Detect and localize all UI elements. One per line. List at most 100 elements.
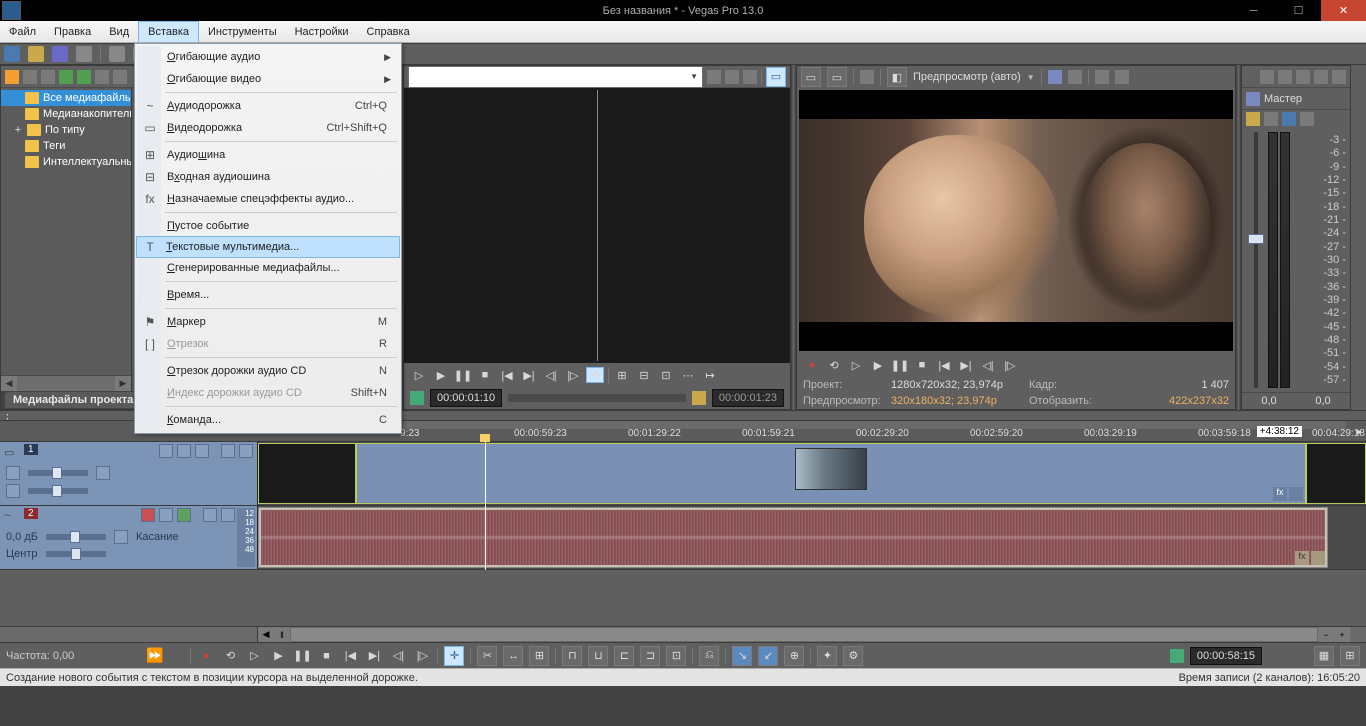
level-slider[interactable] bbox=[28, 470, 88, 476]
pause-icon[interactable]: ❚❚ bbox=[293, 648, 311, 664]
stop-icon[interactable]: ■ bbox=[317, 648, 335, 664]
pan-slider[interactable] bbox=[46, 551, 106, 557]
flash-icon[interactable] bbox=[5, 70, 19, 84]
maximize-button[interactable]: ☐ bbox=[1276, 0, 1321, 21]
stop-icon[interactable]: ■ bbox=[476, 367, 494, 383]
event-fx-icon[interactable]: fx bbox=[1273, 487, 1287, 501]
audio-track-header[interactable]: ~ 2 0,0 дБ Касание bbox=[0, 506, 258, 569]
fx-icon[interactable] bbox=[860, 70, 874, 84]
delete-icon[interactable] bbox=[743, 70, 757, 84]
prev-icon[interactable]: |◀ bbox=[498, 367, 516, 383]
pause-icon[interactable]: ❚❚ bbox=[454, 367, 472, 383]
menu-вставка[interactable]: Вставка bbox=[138, 21, 199, 42]
menu-файл[interactable]: Файл bbox=[0, 21, 45, 42]
menu-справка[interactable]: Справка bbox=[358, 21, 419, 42]
step-back-icon[interactable]: ◁| bbox=[979, 357, 997, 373]
tool-icon[interactable] bbox=[1296, 70, 1310, 84]
step-fwd-icon[interactable]: |▷ bbox=[413, 648, 431, 664]
split-icon[interactable]: ◧ bbox=[887, 67, 907, 87]
video-clip[interactable] bbox=[1306, 443, 1366, 504]
touch-mode[interactable]: Касание bbox=[136, 531, 178, 543]
solo-icon[interactable] bbox=[1300, 112, 1314, 126]
tool-icon[interactable]: ⋯ bbox=[679, 367, 697, 383]
gear-icon[interactable] bbox=[96, 466, 110, 480]
menu-инструменты[interactable]: Инструменты bbox=[199, 21, 286, 42]
tool-icon[interactable]: ⚙ bbox=[843, 646, 863, 666]
timecode-display[interactable]: 00:00:58:15 bbox=[1190, 647, 1262, 665]
menu-item[interactable]: ~АудиодорожкаCtrl+Q bbox=[137, 95, 399, 117]
audio-track-content[interactable]: fx bbox=[258, 506, 1366, 569]
tool-icon[interactable] bbox=[1260, 70, 1274, 84]
path-combo[interactable]: ▼ bbox=[408, 66, 703, 88]
scroll-right-icon[interactable]: ▶ bbox=[115, 376, 131, 392]
video-track-content[interactable]: fx bbox=[258, 442, 1366, 505]
tool-icon[interactable]: ⊔ bbox=[588, 646, 608, 666]
level-icon[interactable] bbox=[6, 466, 20, 480]
menu-item[interactable]: Пустое событие bbox=[137, 215, 399, 237]
comp-slider[interactable] bbox=[28, 488, 88, 494]
minimize-button[interactable]: ─ bbox=[1231, 0, 1276, 21]
add-icon[interactable]: ⊞ bbox=[613, 367, 631, 383]
tree-row[interactable]: Медианакопители bbox=[1, 106, 131, 122]
tool-icon[interactable] bbox=[1314, 70, 1328, 84]
close-button[interactable]: ✕ bbox=[1321, 0, 1366, 21]
new-icon[interactable] bbox=[4, 46, 20, 62]
monitor-icon[interactable]: ▭ bbox=[766, 67, 786, 87]
tool-icon[interactable] bbox=[1278, 70, 1292, 84]
tool-icon[interactable]: ↔ bbox=[503, 646, 523, 666]
next-icon[interactable]: ▶| bbox=[520, 367, 538, 383]
event-fx-icon[interactable]: fx bbox=[1295, 551, 1309, 565]
step-back-icon[interactable]: ◁| bbox=[389, 648, 407, 664]
menu-item[interactable]: ⊞Аудиошина bbox=[137, 144, 399, 166]
step-back-icon[interactable]: ◁| bbox=[542, 367, 560, 383]
range-bar[interactable] bbox=[508, 394, 686, 402]
timeline-empty[interactable] bbox=[0, 570, 1366, 626]
fader-knob[interactable] bbox=[1248, 234, 1264, 244]
bypass-fx-icon[interactable] bbox=[159, 444, 173, 458]
comp-icon[interactable] bbox=[6, 484, 20, 498]
tool-icon[interactable]: ⊡ bbox=[666, 646, 686, 666]
tool-icon[interactable]: ⊕ bbox=[784, 646, 804, 666]
play-start-icon[interactable]: ▷ bbox=[847, 357, 865, 373]
menu-правка[interactable]: Правка bbox=[45, 21, 100, 42]
refresh-icon[interactable] bbox=[59, 70, 73, 84]
menu-item[interactable]: ▭ВидеодорожкаCtrl+Shift+Q bbox=[137, 117, 399, 139]
mute-icon[interactable] bbox=[1282, 112, 1296, 126]
track-fx-icon[interactable] bbox=[177, 508, 191, 522]
record-icon[interactable]: ● bbox=[197, 648, 215, 664]
video-clip[interactable]: fx bbox=[356, 443, 1306, 504]
scroll-left-icon[interactable]: ◀ bbox=[1, 376, 17, 392]
scroll-thumb[interactable] bbox=[17, 377, 115, 391]
volume-slider[interactable] bbox=[46, 534, 106, 540]
go-start-icon[interactable]: |◀ bbox=[341, 648, 359, 664]
tool-icon[interactable]: ↦ bbox=[701, 367, 719, 383]
mute-icon[interactable] bbox=[203, 508, 217, 522]
scroll-left-icon[interactable]: ◀ bbox=[258, 627, 274, 642]
audio-clip[interactable]: fx bbox=[258, 507, 1328, 568]
scrollbar-horizontal[interactable]: ◀ ▶ bbox=[1, 375, 131, 391]
trimmer-view[interactable] bbox=[404, 88, 790, 363]
preview-quality-label[interactable]: Предпросмотр (авто) bbox=[913, 71, 1021, 83]
loop-icon[interactable]: ⟲ bbox=[221, 648, 239, 664]
menu-item[interactable]: Огибающие видео▶ bbox=[137, 68, 399, 90]
playhead-flag-icon[interactable] bbox=[480, 434, 490, 442]
go-end-icon[interactable]: ▶| bbox=[365, 648, 383, 664]
loop-icon[interactable]: ⟲ bbox=[825, 357, 843, 373]
in-point-icon[interactable] bbox=[410, 391, 424, 405]
tool-icon[interactable]: ⊐ bbox=[640, 646, 660, 666]
menu-item[interactable]: Огибающие аудио▶ bbox=[137, 46, 399, 68]
step-fwd-icon[interactable]: |▷ bbox=[1001, 357, 1019, 373]
tool-icon[interactable]: ⊞ bbox=[529, 646, 549, 666]
zoom-out-icon[interactable]: − bbox=[1318, 627, 1334, 642]
tool-icon[interactable] bbox=[1332, 70, 1346, 84]
out-point-icon[interactable] bbox=[692, 391, 706, 405]
tool-icon[interactable]: ⊡ bbox=[657, 367, 675, 383]
scroll-thumb[interactable] bbox=[291, 628, 1317, 641]
tool-icon[interactable]: ↙ bbox=[758, 646, 778, 666]
copy-icon[interactable] bbox=[1095, 70, 1109, 84]
ruler-opts-icon[interactable]: ▸ bbox=[1356, 425, 1362, 438]
track-fx-icon[interactable] bbox=[195, 444, 209, 458]
render-icon[interactable] bbox=[76, 46, 92, 62]
menu-item[interactable]: ⚑МаркерM bbox=[137, 311, 399, 333]
record-icon[interactable]: ● bbox=[803, 357, 821, 373]
